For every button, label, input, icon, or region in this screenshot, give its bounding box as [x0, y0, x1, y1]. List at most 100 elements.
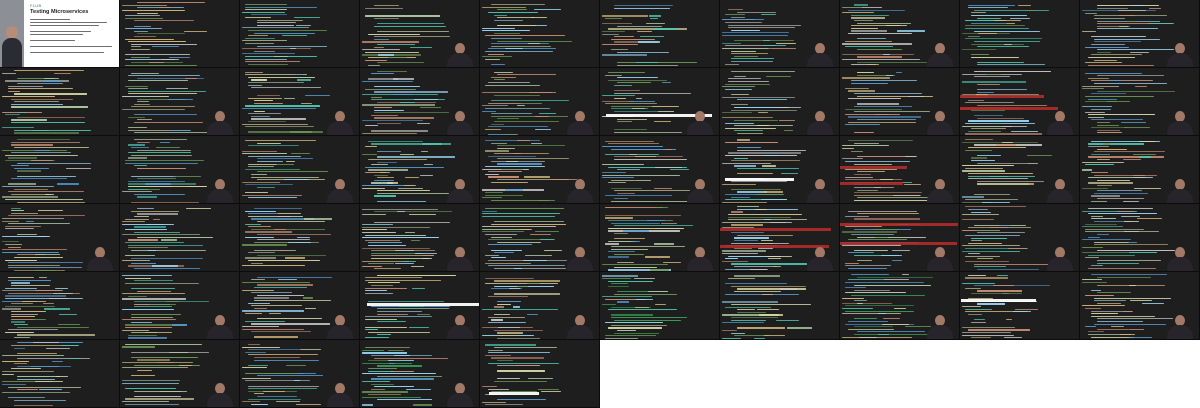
code-line — [374, 268, 402, 270]
code-line — [8, 215, 86, 217]
code-editor-thumbnail[interactable] — [120, 136, 240, 204]
code-editor-thumbnail[interactable] — [600, 68, 720, 136]
code-token — [293, 16, 321, 19]
code-editor-thumbnail[interactable] — [960, 204, 1080, 272]
code-line — [962, 332, 1011, 334]
code-line — [491, 115, 568, 117]
code-line — [971, 321, 986, 323]
code-editor-thumbnail[interactable] — [1080, 204, 1200, 272]
code-editor-thumbnail[interactable] — [360, 340, 480, 408]
code-editor-thumbnail[interactable] — [480, 204, 600, 272]
code-line — [374, 179, 395, 181]
code-editor-thumbnail[interactable] — [600, 272, 720, 340]
code-line — [497, 378, 521, 380]
code-editor-thumbnail[interactable] — [240, 0, 360, 68]
code-line — [1091, 289, 1102, 291]
code-line — [734, 165, 757, 167]
code-editor-thumbnail[interactable] — [960, 272, 1080, 340]
code-line — [605, 337, 639, 339]
code-line — [614, 7, 671, 9]
code-editor-thumbnail[interactable] — [480, 68, 600, 136]
code-line — [122, 293, 186, 295]
code-editor-thumbnail[interactable] — [720, 68, 840, 136]
code-editor-thumbnail[interactable] — [1080, 272, 1200, 340]
code-editor-thumbnail[interactable] — [360, 0, 480, 68]
code-line — [485, 35, 565, 37]
code-editor-thumbnail[interactable] — [720, 136, 840, 204]
code-editor-thumbnail[interactable] — [480, 340, 600, 408]
code-editor-thumbnail[interactable] — [480, 136, 600, 204]
code-editor-thumbnail[interactable] — [720, 204, 840, 272]
code-editor-thumbnail[interactable] — [960, 136, 1080, 204]
code-editor-thumbnail[interactable] — [120, 204, 240, 272]
code-editor-thumbnail[interactable] — [1080, 136, 1200, 204]
code-line — [845, 287, 867, 289]
code-editor-thumbnail[interactable] — [120, 272, 240, 340]
code-editor-thumbnail[interactable] — [0, 272, 120, 340]
code-editor-thumbnail[interactable] — [240, 204, 360, 272]
code-editor-thumbnail[interactable] — [600, 204, 720, 272]
code-editor-thumbnail[interactable] — [360, 272, 480, 340]
code-line — [491, 43, 550, 45]
code-editor-thumbnail[interactable] — [240, 136, 360, 204]
empty-cell — [720, 340, 840, 408]
presenter-webcam-icon — [927, 43, 953, 67]
code-line — [731, 70, 795, 72]
code-editor-thumbnail[interactable] — [0, 68, 120, 136]
code-line — [14, 337, 31, 339]
code-token — [875, 113, 889, 115]
code-line — [8, 157, 37, 159]
code-editor-thumbnail[interactable] — [600, 136, 720, 204]
code-editor-thumbnail[interactable] — [360, 68, 480, 136]
title-slide-thumbnail[interactable]: FLUB Testing Microservices — [0, 0, 120, 68]
code-editor-thumbnail[interactable] — [480, 272, 600, 340]
code-line — [128, 93, 198, 95]
code-editor-thumbnail[interactable] — [120, 0, 240, 68]
code-editor-thumbnail[interactable] — [840, 0, 960, 68]
code-line — [245, 9, 288, 11]
code-line — [617, 121, 632, 123]
code-editor-thumbnail[interactable] — [0, 204, 120, 272]
code-line — [482, 226, 556, 228]
code-token — [379, 172, 391, 174]
code-line — [362, 41, 419, 43]
code-token — [1118, 10, 1147, 12]
code-editor-thumbnail[interactable] — [120, 340, 240, 408]
code-line — [362, 237, 440, 239]
code-line — [1088, 156, 1164, 158]
code-token — [761, 165, 777, 167]
code-line — [737, 327, 785, 329]
code-editor-thumbnail[interactable] — [360, 204, 480, 272]
code-token — [165, 88, 189, 90]
code-editor-thumbnail[interactable] — [720, 0, 840, 68]
code-editor-thumbnail[interactable] — [840, 204, 960, 272]
code-line — [362, 247, 431, 249]
code-editor-thumbnail[interactable] — [240, 272, 360, 340]
code-editor-thumbnail[interactable] — [1080, 0, 1200, 68]
code-editor-thumbnail[interactable] — [360, 136, 480, 204]
code-token — [634, 179, 652, 181]
code-line — [134, 114, 198, 116]
code-editor-thumbnail[interactable] — [960, 68, 1080, 136]
code-editor-thumbnail[interactable] — [840, 136, 960, 204]
code-line — [128, 247, 169, 249]
code-line — [842, 77, 891, 79]
code-editor-thumbnail[interactable] — [600, 0, 720, 68]
code-editor-thumbnail[interactable] — [0, 340, 120, 408]
code-line — [122, 108, 186, 111]
code-editor-thumbnail[interactable] — [720, 272, 840, 340]
code-editor-thumbnail[interactable] — [480, 0, 600, 68]
code-editor-thumbnail[interactable] — [240, 340, 360, 408]
code-editor-thumbnail[interactable] — [0, 136, 120, 204]
code-editor-thumbnail[interactable] — [960, 0, 1080, 68]
code-line — [365, 329, 379, 331]
code-editor-thumbnail[interactable] — [840, 272, 960, 340]
code-line — [2, 251, 60, 253]
code-line — [488, 126, 548, 128]
code-editor-thumbnail[interactable] — [840, 68, 960, 136]
code-line — [14, 147, 89, 149]
code-editor-thumbnail[interactable] — [120, 68, 240, 136]
code-editor-thumbnail[interactable] — [240, 68, 360, 136]
code-line — [842, 231, 897, 233]
code-editor-thumbnail[interactable] — [1080, 68, 1200, 136]
